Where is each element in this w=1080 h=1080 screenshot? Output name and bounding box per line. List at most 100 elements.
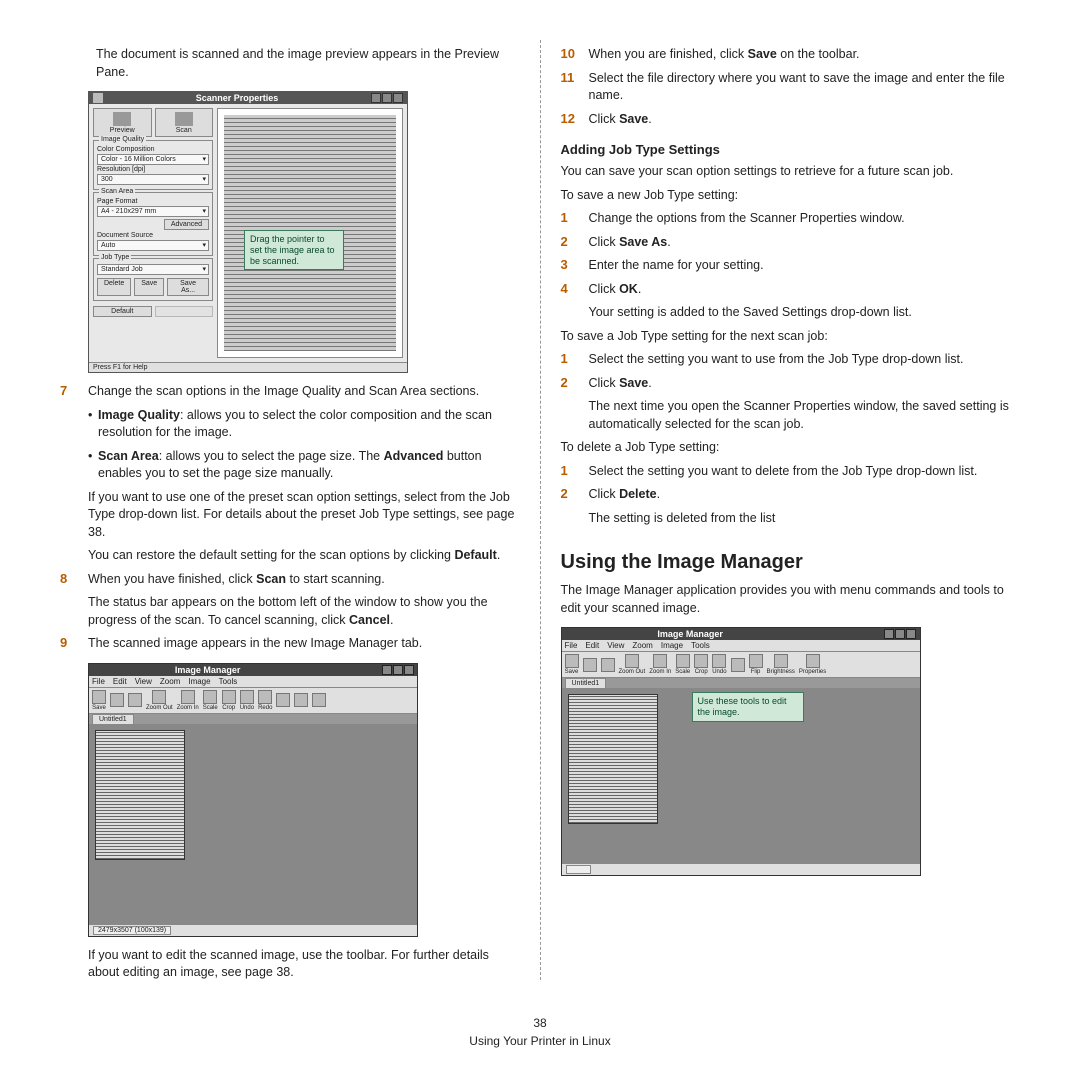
undo-icon[interactable] [240,690,254,704]
default-para: You can restore the default setting for … [88,547,520,565]
im-toolbar[interactable]: Save Zoom Out Zoom In Scale Crop Undo Re… [89,688,417,714]
bullet-scan-area: Scan Area: allows you to select the page… [98,448,520,483]
job-type-dropdown[interactable]: Standard Job [97,264,209,275]
bullet-image-quality: Image Quality: allows you to select the … [98,407,520,442]
preview-button[interactable]: Preview [93,108,152,137]
save-new-intro: To save a new Job Type setting: [561,187,1021,205]
scale-icon[interactable] [203,690,217,704]
im2-title: Image Manager [657,629,723,639]
tool-icon[interactable] [601,658,615,672]
scan-area-group: Scan Area [99,188,135,195]
system-icon [93,93,103,103]
nx-2-after: The next time you open the Scanner Prope… [589,398,1021,433]
sn-1: Change the options from the Scanner Prop… [589,210,1021,228]
using-para: The Image Manager application provides y… [561,582,1021,617]
page-number: 38 [0,1014,1080,1032]
im-status: 2479x3507 (100x139) [89,924,417,936]
im2-status [562,863,920,875]
job-type-group: Job Type [99,254,131,261]
image-manager-window-right: Image Manager FileEditViewZoomImageTools… [561,627,921,876]
adding-job-type-heading: Adding Job Type Settings [561,142,1021,157]
tool-icon[interactable] [110,693,124,707]
tool-icon[interactable] [583,658,597,672]
doc-source-label: Document Source [97,232,209,239]
save-icon[interactable] [92,690,106,704]
im-canvas[interactable] [89,724,417,924]
im2-image [568,694,658,824]
step-10: 10 [561,46,589,61]
im2-menubar[interactable]: FileEditViewZoomImageTools [562,640,920,652]
default-button[interactable]: Default [93,306,152,317]
image-quality-group: Image Quality [99,136,146,143]
add-para: You can save your scan option settings t… [561,163,1021,181]
im2-callout: Use these tools to edit the image. [692,692,804,722]
status-para: The status bar appears on the bottom lef… [88,594,520,629]
jt-saveas-button[interactable]: Save As... [167,278,209,296]
image-manager-window-left: Image Manager FileEditViewZoomImageTools… [88,663,418,937]
delete-intro: To delete a Job Type setting: [561,439,1021,457]
im2-tab[interactable]: Untitled1 [565,678,607,688]
column-divider [540,40,541,980]
zoom-in-icon[interactable] [653,654,667,668]
advanced-button[interactable]: Advanced [164,219,209,230]
flip-icon[interactable] [749,654,763,668]
redo-icon[interactable] [258,690,272,704]
step-7: 7 [60,383,88,398]
tool-icon[interactable] [128,693,142,707]
step-12-text: Click Save. [589,111,1021,129]
footer-text: Using Your Printer in Linux [0,1032,1080,1050]
doc-source-dropdown[interactable]: Auto [97,240,209,251]
window-buttons[interactable] [371,93,403,103]
del-2: Click Delete. [589,486,1021,504]
zoom-in-icon[interactable] [181,690,195,704]
scan-button[interactable]: Scan [155,108,214,137]
tool-icon[interactable] [276,693,290,707]
intro-text: The document is scanned and the image pr… [96,46,520,81]
scale-icon[interactable] [676,654,690,668]
step-12: 12 [561,111,589,126]
scanner-status: Press F1 for Help [89,362,407,372]
properties-icon[interactable] [806,654,820,668]
im-tab[interactable]: Untitled1 [92,714,134,724]
tool-icon[interactable] [294,693,308,707]
crop-icon[interactable] [694,654,708,668]
preset-para: If you want to use one of the preset sca… [88,489,520,542]
step-11: 11 [561,70,589,85]
resolution-dropdown[interactable]: 300 [97,174,209,185]
zoom-out-icon[interactable] [625,654,639,668]
step-9-text: The scanned image appears in the new Ima… [88,635,520,653]
step-9: 9 [60,635,88,650]
save-icon[interactable] [565,654,579,668]
page-format-dropdown[interactable]: A4 - 210x297 mm [97,206,209,217]
disabled-button [155,306,214,317]
scanner-title: Scanner Properties [196,93,279,103]
sn-2: Click Save As. [589,234,1021,252]
undo-icon[interactable] [712,654,726,668]
tool-icon[interactable] [312,693,326,707]
step-8: 8 [60,571,88,586]
step-11-text: Select the file directory where you want… [589,70,1021,105]
sn-4: Click OK. [589,281,1021,299]
using-image-manager-heading: Using the Image Manager [561,551,1021,574]
im2-toolbar[interactable]: Save Zoom Out Zoom In Scale Crop Undo Fl… [562,652,920,678]
step-10-text: When you are finished, click Save on the… [589,46,1021,64]
zoom-out-icon[interactable] [152,690,166,704]
color-label: Color Composition [97,146,209,153]
sn-3: Enter the name for your setting. [589,257,1021,275]
crop-icon[interactable] [222,690,236,704]
brightness-icon[interactable] [774,654,788,668]
jt-delete-button[interactable]: Delete [97,278,131,296]
color-dropdown[interactable]: Color - 16 Million Colors [97,154,209,165]
step-7-text: Change the scan options in the Image Qua… [88,383,520,401]
im-image [95,730,185,860]
page-format-label: Page Format [97,198,209,205]
resolution-label: Resolution [dpi] [97,166,209,173]
redo-icon[interactable] [731,658,745,672]
im2-canvas[interactable]: Use these tools to edit the image. [562,688,920,863]
del-2-after: The setting is deleted from the list [589,510,1021,528]
scanner-callout: Drag the pointer to set the image area t… [244,230,344,270]
im-menubar[interactable]: FileEditViewZoomImageTools [89,676,417,688]
step-8-text: When you have finished, click Scan to st… [88,571,520,589]
jt-save-button[interactable]: Save [134,278,164,296]
edit-para: If you want to edit the scanned image, u… [88,947,520,982]
